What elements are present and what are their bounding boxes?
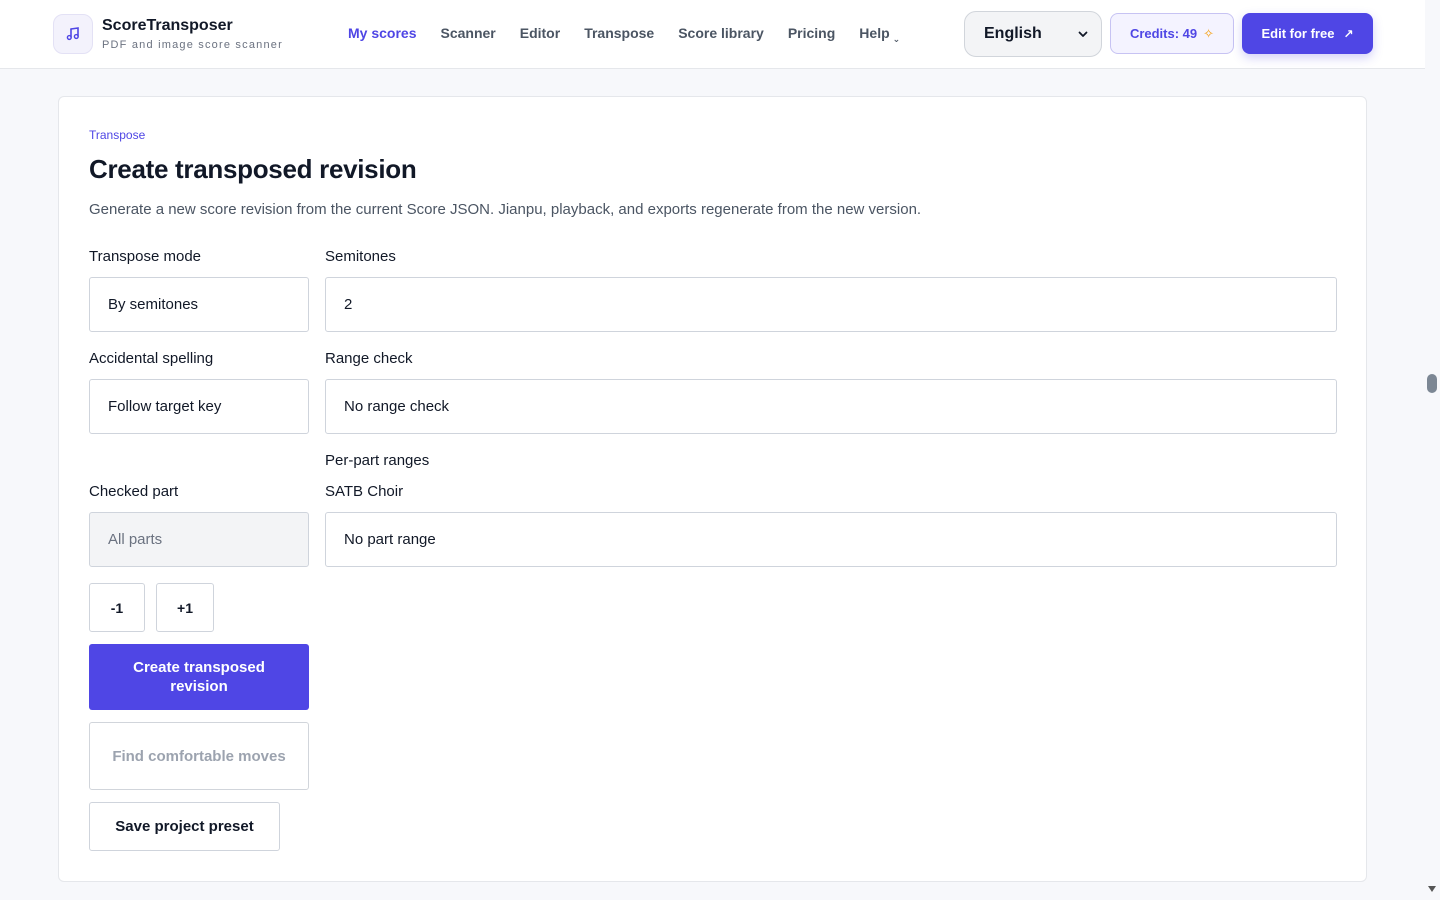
satb-choir-range-select[interactable]: No part range bbox=[325, 512, 1337, 567]
per-part-ranges-label: Per-part ranges bbox=[325, 452, 430, 469]
satb-choir-label: SATB Choir bbox=[325, 483, 404, 500]
chevron-down-icon: ⌄ bbox=[892, 34, 901, 44]
brand-name: ScoreTransposer bbox=[102, 17, 233, 34]
credits-button[interactable]: Credits: 49 ✧ bbox=[1110, 13, 1234, 54]
decrement-semitone-button[interactable]: -1 bbox=[89, 583, 145, 632]
chevron-down-icon bbox=[1078, 31, 1088, 37]
edit-for-free-button[interactable]: Edit for free ↗ bbox=[1242, 13, 1373, 54]
range-check-select[interactable]: No range check bbox=[325, 379, 1337, 434]
save-project-preset-button[interactable]: Save project preset bbox=[89, 802, 280, 851]
nav-transpose[interactable]: Transpose bbox=[584, 24, 654, 44]
main-nav: My scores Scanner Editor Transpose Score… bbox=[348, 24, 924, 44]
language-value: English bbox=[984, 25, 1042, 42]
breadcrumb[interactable]: Transpose bbox=[89, 128, 145, 142]
nav-scanner[interactable]: Scanner bbox=[440, 24, 495, 44]
find-comfortable-moves-button[interactable]: Find comfortable moves bbox=[89, 722, 309, 790]
language-select[interactable]: English bbox=[964, 11, 1102, 57]
music-note-logo-icon bbox=[53, 14, 93, 54]
page-title: Create transposed revision bbox=[89, 154, 417, 184]
semitones-input[interactable]: 2 bbox=[325, 277, 1337, 332]
credits-label: Credits: 49 bbox=[1129, 26, 1198, 41]
page-description: Generate a new score revision from the c… bbox=[89, 201, 922, 218]
scrollbar-thumb[interactable] bbox=[1427, 374, 1437, 393]
nav-editor[interactable]: Editor bbox=[520, 24, 560, 44]
transpose-mode-select[interactable]: By semitones bbox=[89, 277, 309, 332]
accidental-spelling-label: Accidental spelling bbox=[89, 350, 214, 367]
nav-help-label: Help bbox=[859, 25, 890, 41]
page-scrollbar[interactable] bbox=[1425, 0, 1440, 900]
semitones-label: Semitones bbox=[325, 248, 396, 265]
sparkle-icon: ✧ bbox=[1203, 25, 1215, 41]
nav-help[interactable]: Help ⌄ bbox=[859, 24, 900, 44]
increment-semitone-button[interactable]: +1 bbox=[156, 583, 214, 632]
accidental-spelling-select[interactable]: Follow target key bbox=[89, 379, 309, 434]
brand-tagline: PDF and image score scanner bbox=[102, 39, 283, 51]
top-header: ScoreTransposer PDF and image score scan… bbox=[0, 0, 1425, 69]
checked-part-label: Checked part bbox=[89, 483, 179, 500]
transpose-mode-label: Transpose mode bbox=[89, 248, 202, 265]
transpose-card: Transpose Create transposed revision Gen… bbox=[58, 96, 1367, 882]
external-arrow-icon: ↗ bbox=[1343, 26, 1354, 41]
checked-part-select[interactable]: All parts bbox=[89, 512, 309, 567]
create-transposed-revision-button[interactable]: Create transposed revision bbox=[89, 644, 309, 710]
nav-my-scores[interactable]: My scores bbox=[348, 24, 416, 44]
nav-score-library[interactable]: Score library bbox=[678, 24, 764, 44]
range-check-label: Range check bbox=[325, 350, 413, 367]
nav-pricing[interactable]: Pricing bbox=[788, 24, 835, 44]
brand[interactable]: ScoreTransposer PDF and image score scan… bbox=[53, 14, 283, 54]
scroll-down-arrow-icon[interactable] bbox=[1428, 886, 1436, 892]
edit-for-free-label: Edit for free bbox=[1261, 26, 1335, 41]
